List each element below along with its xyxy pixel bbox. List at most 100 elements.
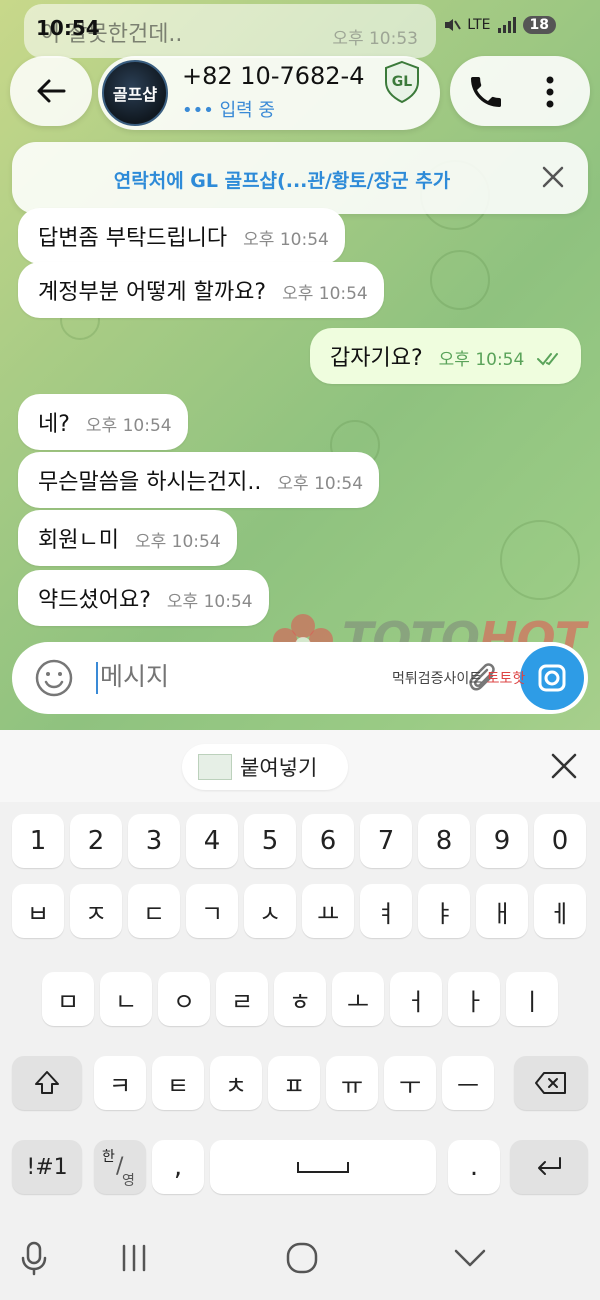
close-icon [551, 753, 577, 779]
enter-key[interactable] [510, 1140, 588, 1194]
battery-indicator: 18 [522, 16, 556, 34]
system-nav-bar [0, 1222, 600, 1300]
message-bubble[interactable]: 무슨말씀을 하시는건지.. 오후 10:54 [18, 452, 380, 508]
key-kieuk[interactable]: ㅋ [94, 1056, 146, 1110]
key-rieul[interactable]: ㄹ [216, 972, 268, 1026]
network-label: LTE [467, 17, 491, 33]
typing-status-text: 입력 중 [219, 100, 275, 121]
backspace-key[interactable] [514, 1056, 588, 1110]
key-0[interactable]: 0 [534, 814, 586, 868]
key-8[interactable]: 8 [418, 814, 470, 868]
key-hieut[interactable]: ㅎ [274, 972, 326, 1026]
key-ieung[interactable]: ㅇ [158, 972, 210, 1026]
message-text: 답변좀 부탁드립니다 [38, 226, 228, 251]
key-4[interactable]: 4 [186, 814, 238, 868]
key-siot[interactable]: ㅅ [244, 884, 296, 938]
chat-header[interactable]: 골프샵 +82 10-7682-4 ••• 입력 중 GL [98, 56, 440, 130]
chevron-down-icon [454, 1249, 486, 1267]
key-digeut[interactable]: ㄷ [128, 884, 180, 938]
key-eo[interactable]: ㅓ [390, 972, 442, 1026]
text-cursor [96, 662, 98, 694]
keyboard-toolbar: 붙여넣기 [0, 730, 600, 802]
emoji-button[interactable] [34, 658, 74, 698]
key-bieup[interactable]: ㅂ [12, 884, 64, 938]
recent-apps-button[interactable] [114, 1238, 154, 1278]
home-button[interactable] [282, 1238, 322, 1278]
message-bubble[interactable]: 계정부분 어떻게 할까요? 오후 10:54 [18, 262, 384, 318]
key-tieut[interactable]: ㅌ [152, 1056, 204, 1110]
add-contact-link[interactable]: 연락처에 GL 골프샵(...관/황토/장군 추가 [12, 166, 552, 193]
message-time: 오후 10:54 [85, 416, 172, 436]
key-giyeok[interactable]: ㄱ [186, 884, 238, 938]
key-pieup[interactable]: ㅍ [268, 1056, 320, 1110]
message-text: 회원ㄴ미 [38, 528, 119, 553]
arrow-left-icon [37, 79, 66, 103]
message-text: 갑자기요? [330, 346, 423, 371]
key-i[interactable]: ㅣ [506, 972, 558, 1026]
status-time: 10:54 [36, 16, 100, 40]
key-e[interactable]: ㅔ [534, 884, 586, 938]
hide-keyboard-button[interactable] [450, 1238, 490, 1278]
gl-logo-text: GL [391, 74, 413, 90]
key-u[interactable]: ㅜ [384, 1056, 436, 1110]
key-a[interactable]: ㅏ [448, 972, 500, 1026]
avatar-text: 골프샵 [112, 85, 158, 104]
phone-icon [471, 77, 501, 107]
key-mieum[interactable]: ㅁ [42, 972, 94, 1026]
key-1[interactable]: 1 [12, 814, 64, 868]
keyboard-toolbar-close-button[interactable] [550, 752, 578, 780]
message-text: 약드셨어요? [38, 588, 151, 613]
more-vertical-icon [546, 76, 554, 108]
recents-icon [122, 1244, 146, 1272]
smiley-icon [35, 659, 73, 697]
more-options-button[interactable] [538, 72, 562, 112]
back-button[interactable] [10, 56, 92, 126]
key-yu[interactable]: ㅠ [326, 1056, 378, 1110]
voice-input-button[interactable] [14, 1238, 54, 1278]
key-ae[interactable]: ㅐ [476, 884, 528, 938]
paste-button[interactable]: 붙여넣기 [182, 744, 348, 790]
key-o[interactable]: ㅗ [332, 972, 384, 1026]
key-ya[interactable]: ㅑ [418, 884, 470, 938]
language-key-bottom: 영 [122, 1173, 135, 1189]
enter-icon [538, 1157, 561, 1175]
key-2[interactable]: 2 [70, 814, 122, 868]
status-icons: LTE 18 [443, 16, 556, 34]
mute-icon [445, 19, 462, 31]
doodle-circle [500, 520, 580, 600]
key-5[interactable]: 5 [244, 814, 296, 868]
shift-key[interactable] [12, 1056, 82, 1110]
key-9[interactable]: 9 [476, 814, 528, 868]
space-key[interactable] [210, 1140, 436, 1194]
signal-icon [497, 17, 516, 33]
message-time: 오후 10:54 [166, 592, 253, 612]
message-bubble-outgoing[interactable]: 갑자기요? 오후 10:54 [310, 328, 582, 384]
comma-key[interactable]: , [152, 1140, 204, 1194]
message-bubble[interactable]: 답변좀 부탁드립니다 오후 10:54 [18, 208, 345, 264]
message-input[interactable] [100, 662, 340, 691]
key-7[interactable]: 7 [360, 814, 412, 868]
call-button[interactable] [466, 72, 506, 112]
home-icon [286, 1242, 318, 1274]
camera-button[interactable] [520, 646, 584, 710]
message-bubble[interactable]: 네? 오후 10:54 [18, 394, 188, 450]
language-key-top: 한 [102, 1149, 115, 1165]
key-chieut[interactable]: ㅊ [210, 1056, 262, 1110]
language-key[interactable]: 한 / 영 [94, 1140, 146, 1194]
symbols-key[interactable]: !#1 [12, 1140, 82, 1194]
banner-close-button[interactable] [540, 164, 566, 190]
key-3[interactable]: 3 [128, 814, 180, 868]
message-text: 무슨말씀을 하시는건지.. [38, 470, 262, 495]
key-jieut[interactable]: ㅈ [70, 884, 122, 938]
status-bar: 10:54 LTE 18 [0, 0, 600, 52]
message-bubble[interactable]: 약드셨어요? 오후 10:54 [18, 570, 269, 626]
key-yo[interactable]: ㅛ [302, 884, 354, 938]
key-6[interactable]: 6 [302, 814, 354, 868]
key-nieun[interactable]: ㄴ [100, 972, 152, 1026]
header-actions [450, 56, 590, 126]
period-key[interactable]: . [448, 1140, 500, 1194]
avatar[interactable]: 골프샵 [102, 60, 168, 126]
message-bubble[interactable]: 회원ㄴ미 오후 10:54 [18, 510, 237, 566]
key-eu[interactable]: ㅡ [442, 1056, 494, 1110]
key-yeo[interactable]: ㅕ [360, 884, 412, 938]
